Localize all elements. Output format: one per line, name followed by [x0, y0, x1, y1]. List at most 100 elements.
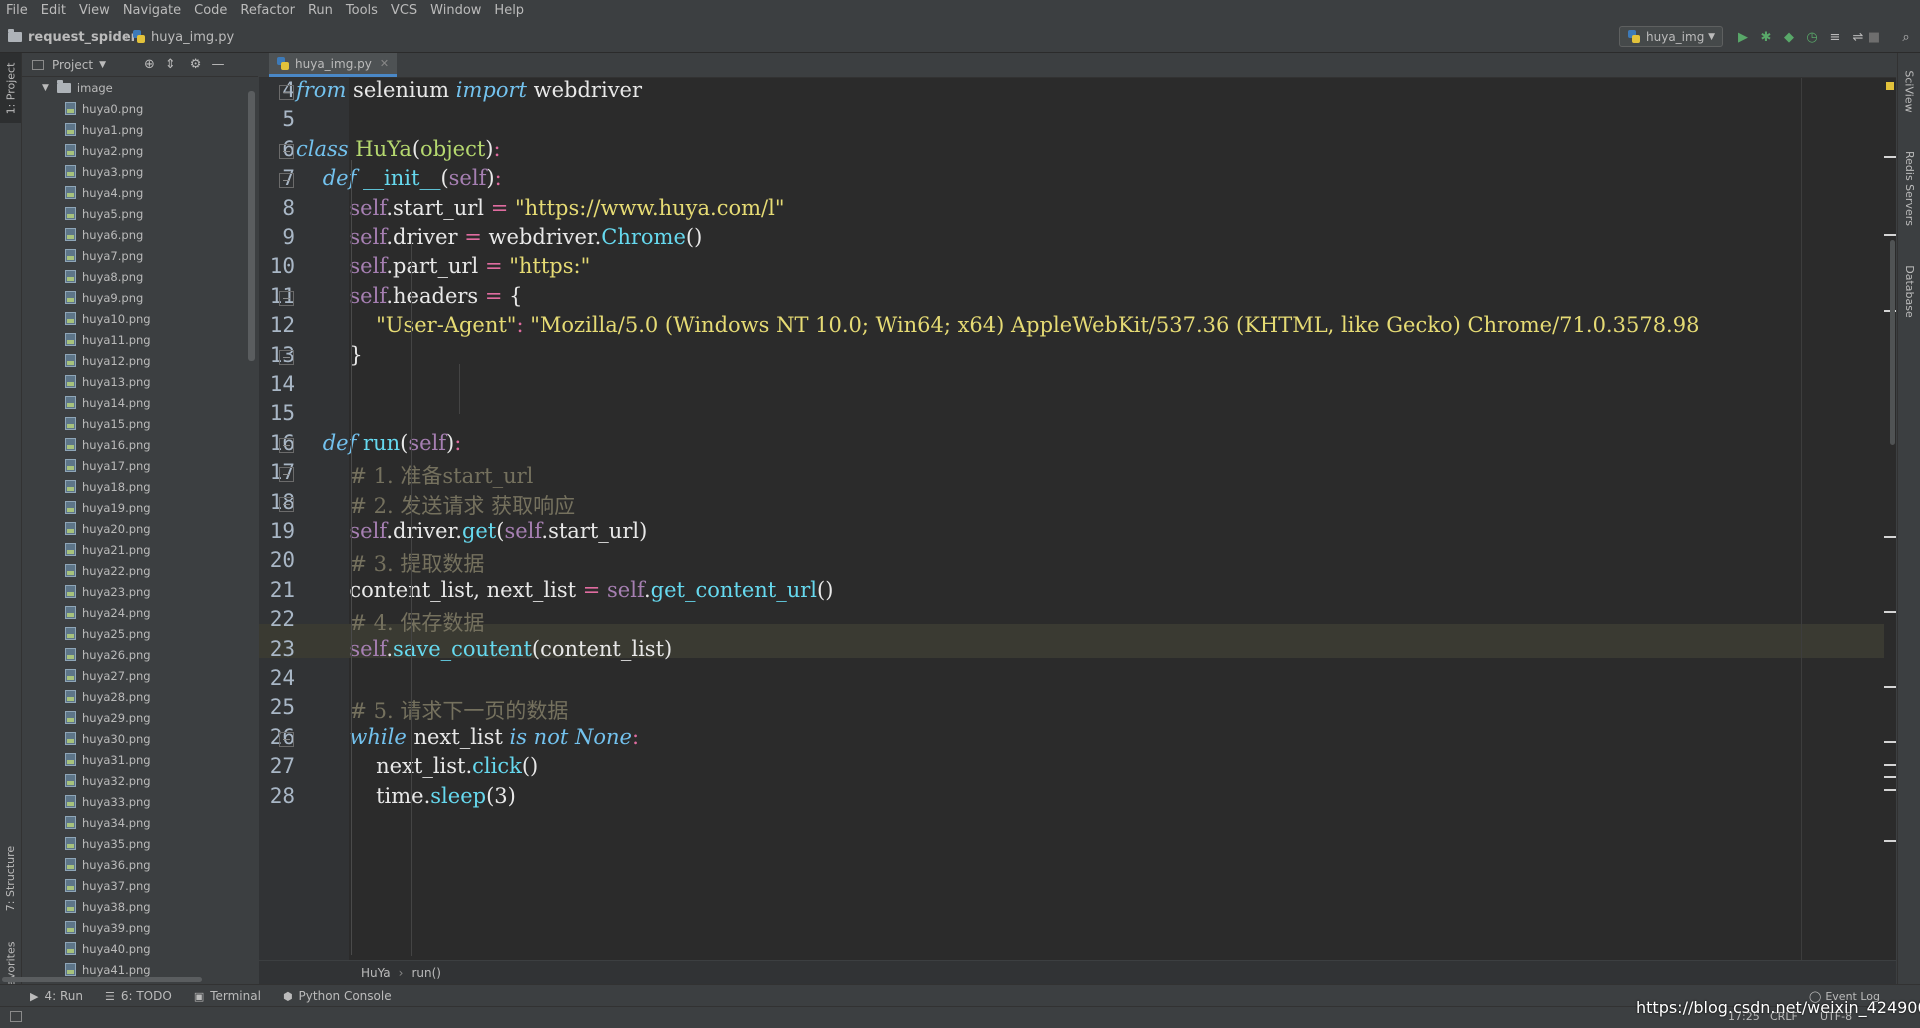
tree-file-item[interactable]: huya36.png	[22, 854, 258, 875]
build-icon[interactable]: ⇌	[1850, 29, 1866, 45]
tree-horizontal-scrollbar[interactable]	[2, 977, 202, 982]
marker[interactable]	[1884, 611, 1896, 613]
tree-file-item[interactable]: huya10.png	[22, 308, 258, 329]
tab-huya-img-py[interactable]: huya_img.py ✕	[269, 53, 398, 77]
marker[interactable]	[1884, 686, 1896, 688]
debug-icon[interactable]: ✱	[1758, 29, 1774, 45]
fold-marker-icon[interactable]	[279, 731, 294, 747]
marker[interactable]	[1884, 789, 1896, 791]
tree-file-item[interactable]: huya14.png	[22, 392, 258, 413]
marker[interactable]	[1884, 776, 1896, 778]
breadcrumb-class[interactable]: HuYa	[361, 966, 391, 980]
concurrency-icon[interactable]: ≡	[1827, 29, 1843, 45]
stop-icon[interactable]: ■	[1866, 29, 1882, 45]
close-icon[interactable]: ✕	[380, 57, 389, 70]
tab-database[interactable]: Database	[1898, 251, 1920, 331]
code-editor[interactable]: 4 from selenium import webdriver 5 6 class H…	[259, 78, 1896, 960]
tree-file-item[interactable]: huya3.png	[22, 161, 258, 182]
menu-vcs[interactable]: VCS	[385, 0, 424, 22]
tree-file-item[interactable]: huya24.png	[22, 602, 258, 623]
tree-file-item[interactable]: huya40.png	[22, 938, 258, 959]
chevron-down-icon[interactable]: ▼	[99, 60, 106, 70]
tree-file-item[interactable]: huya5.png	[22, 203, 258, 224]
tab-sciview[interactable]: SciView	[1898, 61, 1920, 121]
tab-project[interactable]: 1: Project	[0, 53, 21, 123]
tree-file-item[interactable]: huya16.png	[22, 434, 258, 455]
collapse-all-icon[interactable]: ⇕	[165, 57, 176, 72]
tool-tab-4-run[interactable]: ▶ 4: Run	[30, 989, 83, 1003]
marker[interactable]	[1884, 536, 1896, 538]
nav-project-crumb[interactable]: request_spider	[8, 22, 137, 52]
run-config-dropdown[interactable]: huya_img ▼	[1619, 26, 1723, 47]
menu-refactor[interactable]: Refactor	[234, 0, 302, 22]
fold-marker-icon[interactable]	[279, 290, 294, 306]
profile-icon[interactable]: ◷	[1804, 29, 1820, 45]
tree-file-item[interactable]: huya6.png	[22, 224, 258, 245]
tree-file-item[interactable]: huya8.png	[22, 266, 258, 287]
fold-marker-icon[interactable]	[279, 143, 294, 159]
menu-navigate[interactable]: Navigate	[117, 0, 188, 22]
marker[interactable]	[1884, 764, 1896, 766]
tree-file-item[interactable]: huya12.png	[22, 350, 258, 371]
tree-file-item[interactable]: huya17.png	[22, 455, 258, 476]
fold-marker-icon[interactable]	[279, 349, 294, 365]
tree-file-item[interactable]: huya21.png	[22, 539, 258, 560]
marker[interactable]	[1884, 741, 1896, 743]
tree-folder-image[interactable]: ▼ image	[22, 77, 258, 98]
tree-file-item[interactable]: huya30.png	[22, 728, 258, 749]
menu-help[interactable]: Help	[488, 0, 531, 22]
menu-code[interactable]: Code	[188, 0, 234, 22]
tree-file-item[interactable]: huya4.png	[22, 182, 258, 203]
project-view-label[interactable]: Project	[52, 58, 93, 72]
tree-file-item[interactable]: huya38.png	[22, 896, 258, 917]
tree-file-item[interactable]: huya11.png	[22, 329, 258, 350]
toggle-tool-windows-icon[interactable]	[10, 1011, 22, 1022]
tree-file-item[interactable]: huya2.png	[22, 140, 258, 161]
tree-file-item[interactable]: huya27.png	[22, 665, 258, 686]
tree-file-item[interactable]: huya35.png	[22, 833, 258, 854]
tree-file-item[interactable]: huya25.png	[22, 623, 258, 644]
run-icon[interactable]: ▶	[1735, 29, 1751, 45]
search-icon[interactable]: ⌕	[1898, 29, 1914, 45]
fold-marker-icon[interactable]	[279, 173, 294, 189]
tree-file-item[interactable]: huya28.png	[22, 686, 258, 707]
menu-view[interactable]: View	[73, 0, 117, 22]
tree-scrollbar[interactable]	[248, 91, 255, 361]
menu-file[interactable]: File	[0, 0, 35, 22]
fold-marker-icon[interactable]	[279, 467, 294, 483]
tree-file-item[interactable]: huya15.png	[22, 413, 258, 434]
tool-tab-terminal[interactable]: ▣ Terminal	[194, 989, 261, 1003]
warning-icon[interactable]	[1886, 82, 1894, 90]
tree-file-item[interactable]: huya19.png	[22, 497, 258, 518]
tree-file-item[interactable]: huya13.png	[22, 371, 258, 392]
hide-panel-icon[interactable]: —	[211, 57, 224, 72]
tree-file-item[interactable]: huya31.png	[22, 749, 258, 770]
fold-marker-icon[interactable]	[279, 496, 294, 512]
tree-file-item[interactable]: huya18.png	[22, 476, 258, 497]
tree-file-item[interactable]: huya1.png	[22, 119, 258, 140]
tab-redis-servers[interactable]: Redis Servers	[1898, 133, 1920, 243]
tree-file-item[interactable]: huya29.png	[22, 707, 258, 728]
tree-file-item[interactable]: huya32.png	[22, 770, 258, 791]
gear-icon[interactable]: ⚙	[190, 57, 202, 72]
nav-file-crumb[interactable]: huya_img.py	[133, 22, 234, 52]
fold-marker-icon[interactable]	[279, 437, 294, 453]
fold-marker-icon[interactable]	[279, 85, 294, 100]
tool-tab-6-todo[interactable]: ☰ 6: TODO	[105, 989, 172, 1003]
coverage-icon[interactable]: ◆	[1781, 29, 1797, 45]
tab-structure[interactable]: 7: Structure	[0, 833, 21, 923]
tree-file-item[interactable]: huya9.png	[22, 287, 258, 308]
tree-file-item[interactable]: huya26.png	[22, 644, 258, 665]
marker[interactable]	[1884, 840, 1896, 842]
menu-window[interactable]: Window	[424, 0, 488, 22]
expand-arrow-icon[interactable]: ▼	[42, 83, 49, 93]
editor-vertical-scrollbar[interactable]	[1890, 240, 1895, 445]
tree-file-item[interactable]: huya20.png	[22, 518, 258, 539]
tree-file-item[interactable]: huya34.png	[22, 812, 258, 833]
tree-file-item[interactable]: huya37.png	[22, 875, 258, 896]
tree-file-item[interactable]: huya7.png	[22, 245, 258, 266]
locate-icon[interactable]: ⊕	[144, 57, 155, 72]
menu-tools[interactable]: Tools	[340, 0, 385, 22]
tool-tab-python-console[interactable]: ⬢ Python Console	[283, 989, 392, 1003]
menu-run[interactable]: Run	[302, 0, 340, 22]
